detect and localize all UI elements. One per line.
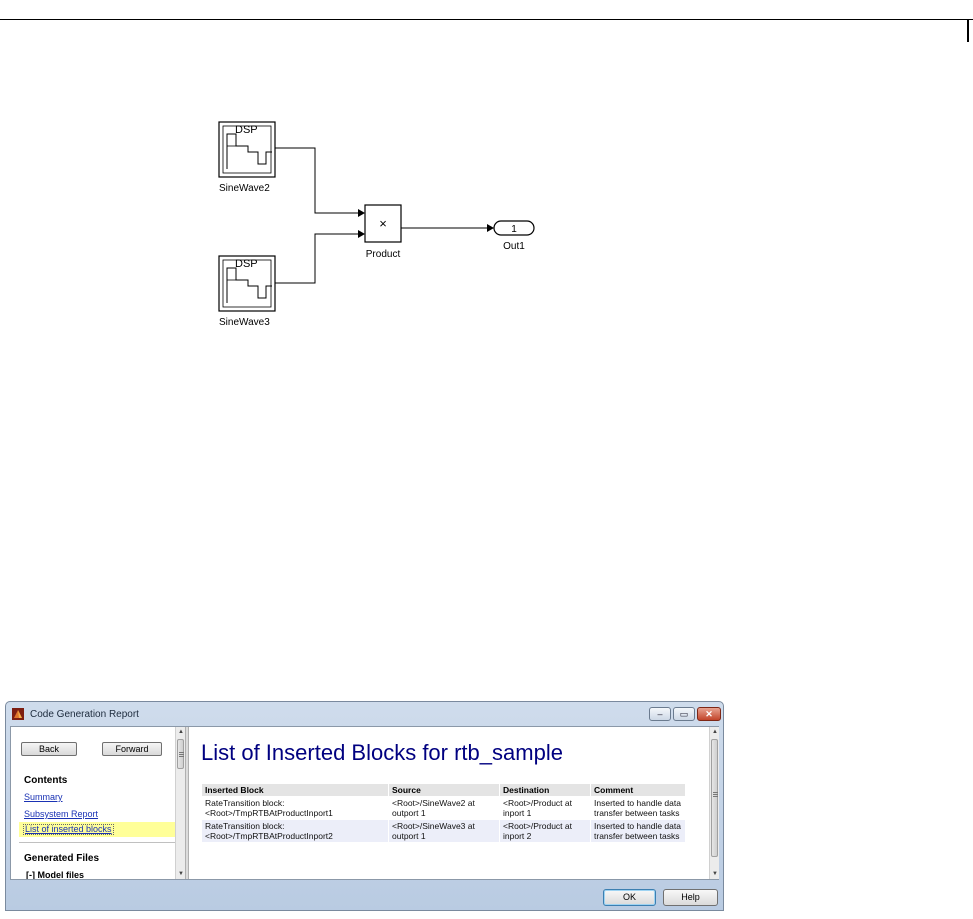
report-client-area: Back Forward Contents Summary Subsystem …	[10, 726, 719, 880]
sinewave3-label: SineWave3	[219, 317, 270, 328]
inserted-blocks-table: Inserted Block Source Destination Commen…	[201, 783, 686, 843]
close-button[interactable]: ✕	[697, 707, 721, 721]
scroll-down-arrow-icon[interactable]: ▼	[710, 869, 720, 879]
navigation-pane: Back Forward Contents Summary Subsystem …	[11, 727, 175, 879]
content-scroll-thumb[interactable]	[711, 739, 718, 857]
sinewave2-dsp-badge: DSP	[235, 124, 258, 136]
sinewave2-label: SineWave2	[219, 183, 270, 194]
matlab-app-icon	[12, 708, 24, 720]
arrowhead-product-in2	[358, 230, 365, 238]
generated-files-heading: Generated Files	[24, 853, 100, 864]
content-scrollbar[interactable]: ▲ ▼	[709, 727, 719, 879]
forward-button[interactable]: Forward	[102, 742, 162, 756]
product-block[interactable]: ×	[364, 204, 402, 243]
nav-scroll-thumb[interactable]	[177, 739, 184, 769]
out1-port-number: 1	[511, 224, 517, 235]
cell-inserted-block: RateTransition block: <Root>/TmpRTBAtPro…	[201, 819, 389, 843]
window-title-bar[interactable]: Code Generation Report – ▭ ✕	[6, 702, 723, 726]
maximize-button[interactable]: ▭	[673, 707, 695, 721]
window-title: Code Generation Report	[30, 709, 139, 720]
out1-label: Out1	[503, 241, 525, 252]
column-header-comment: Comment	[590, 783, 686, 797]
simulink-diagram: DSP SineWave2 DSP SineWave3 × Product 1 …	[218, 121, 535, 328]
table-header-row: Inserted Block Source Destination Commen…	[201, 783, 686, 797]
code-generation-report-window: Code Generation Report – ▭ ✕ Back Forwar…	[5, 701, 724, 911]
help-button[interactable]: Help	[663, 889, 718, 906]
report-page-title: List of Inserted Blocks for rtb_sample	[201, 740, 563, 765]
cell-destination: <Root>/Product at inport 2	[499, 819, 591, 843]
minimize-button[interactable]: –	[649, 707, 671, 721]
report-content-pane: List of Inserted Blocks for rtb_sample I…	[189, 727, 709, 879]
cell-destination: <Root>/Product at inport 1	[499, 796, 591, 820]
sinewave3-dsp-badge: DSP	[235, 258, 258, 270]
arrowhead-out1	[487, 224, 494, 232]
cell-comment: Inserted to handle data transfer between…	[590, 796, 686, 820]
nav-scrollbar[interactable]: ▲ ▼	[175, 727, 185, 879]
signal-line-sinewave2[interactable]	[275, 147, 358, 214]
arrowhead-product-in1	[358, 209, 365, 217]
sinewave2-block[interactable]: DSP	[218, 121, 276, 178]
table-row: RateTransition block: <Root>/TmpRTBAtPro…	[201, 796, 686, 820]
product-label: Product	[366, 249, 401, 260]
nav-link-summary[interactable]: Summary	[24, 792, 63, 802]
back-button[interactable]: Back	[21, 742, 77, 756]
column-header-destination: Destination	[499, 783, 591, 797]
scroll-up-arrow-icon[interactable]: ▲	[710, 727, 720, 737]
ok-button[interactable]: OK	[603, 889, 656, 906]
contents-heading: Contents	[24, 775, 68, 786]
nav-link-list-of-inserted-blocks[interactable]: List of inserted blocks	[23, 824, 114, 835]
product-symbol: ×	[379, 216, 387, 231]
nav-selected-item[interactable]: List of inserted blocks	[19, 822, 175, 837]
column-header-source: Source	[388, 783, 500, 797]
nav-separator	[19, 842, 175, 843]
signal-line-sinewave3[interactable]	[275, 233, 358, 284]
table-row: RateTransition block: <Root>/TmpRTBAtPro…	[201, 819, 686, 843]
cell-comment: Inserted to handle data transfer between…	[590, 819, 686, 843]
column-header-inserted-block: Inserted Block	[201, 783, 389, 797]
sinewave3-block[interactable]: DSP	[218, 255, 276, 312]
cell-source: <Root>/SineWave2 at outport 1	[388, 796, 500, 820]
cell-inserted-block: RateTransition block: <Root>/TmpRTBAtPro…	[201, 796, 389, 820]
model-files-tree-item[interactable]: [-] Model files	[26, 870, 84, 879]
cell-source: <Root>/SineWave3 at outport 1	[388, 819, 500, 843]
nav-link-subsystem-report[interactable]: Subsystem Report	[24, 809, 98, 819]
out1-port[interactable]: 1	[493, 220, 535, 236]
